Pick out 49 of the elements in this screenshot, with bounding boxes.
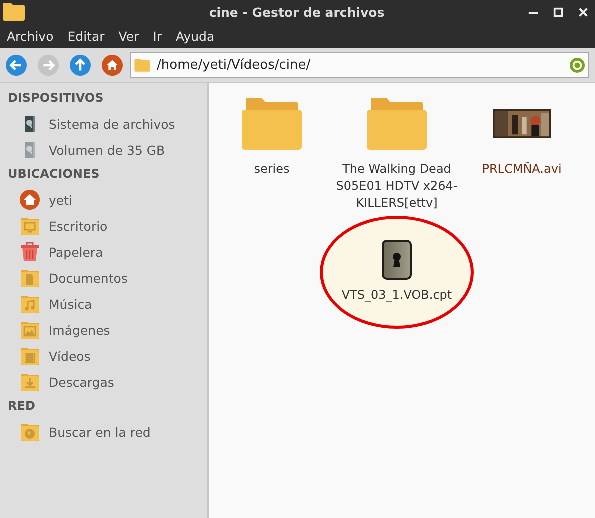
file-name: VTS_03_1.VOB.cpt <box>340 287 454 304</box>
file-name: The Walking Dead S05E01 HDTV x264-KILLERS[ettv] <box>336 161 458 212</box>
folder-icon <box>134 58 151 72</box>
maximize-icon[interactable] <box>553 6 564 18</box>
menu-item[interactable]: Ver <box>114 28 144 44</box>
folder-icon <box>367 98 427 150</box>
music-folder-icon <box>20 294 40 314</box>
section-heading: RED <box>7 398 36 415</box>
reload-icon[interactable] <box>570 58 585 72</box>
circled-file-item[interactable]: VTS_03_1.VOB.cpt <box>320 216 474 329</box>
globe-folder-icon <box>20 422 40 442</box>
file-name: series <box>253 161 291 178</box>
home-icon[interactable] <box>102 54 123 76</box>
section-heading: DISPOSITIVOS <box>7 90 105 107</box>
document-folder-icon <box>20 268 40 288</box>
sidebar-item[interactable]: Documentos <box>0 265 207 291</box>
sidebar-item[interactable]: yeti <box>0 187 207 213</box>
sidebar-item[interactable]: Vídeos <box>0 343 207 369</box>
menu-item[interactable]: Archivo <box>2 28 59 44</box>
folder-icon <box>2 2 26 22</box>
keyhole-icon <box>382 240 412 280</box>
file-item[interactable]: The Walking Dead S05E01 HDTV x264-KILLERS[ettv] <box>336 93 458 212</box>
sidebar-item[interactable]: Sistema de archivos <box>0 111 207 137</box>
section-heading: UBICACIONES <box>7 166 101 183</box>
up-icon[interactable] <box>70 54 91 76</box>
file-name: PRLCMÑA.avi <box>481 161 563 178</box>
home-icon <box>20 190 40 210</box>
sidebar-item[interactable]: Descargas <box>0 369 207 395</box>
sidebar-item[interactable]: Imágenes <box>0 317 207 343</box>
file-item[interactable]: series <box>211 93 333 212</box>
menu-item[interactable]: Ir <box>148 28 167 44</box>
folder-icon <box>242 98 302 150</box>
film-folder-icon <box>20 346 40 366</box>
path-field[interactable]: /home/yeti/Vídeos/cine/ <box>130 52 589 78</box>
trash-icon <box>20 242 40 262</box>
window-title: cine - Gestor de archivos <box>208 4 386 20</box>
menu-item[interactable]: Editar <box>62 28 110 44</box>
menu-item[interactable]: Ayuda <box>171 28 220 44</box>
close-icon[interactable] <box>578 6 589 18</box>
sidebar-item[interactable]: Escritorio <box>0 213 207 239</box>
sidebar-item[interactable]: Buscar en la red <box>0 419 207 445</box>
download-folder-icon <box>20 372 40 392</box>
back-icon[interactable] <box>6 54 27 76</box>
file-item[interactable]: PRLCMÑA.avi <box>461 93 583 212</box>
sidebar-item[interactable]: Papelera <box>0 239 207 265</box>
sidebar-item[interactable]: Música <box>0 291 207 317</box>
sidebar-item[interactable]: Volumen de 35 GB <box>0 137 207 163</box>
desktop-folder-icon <box>20 216 40 236</box>
picture-folder-icon <box>20 320 40 340</box>
